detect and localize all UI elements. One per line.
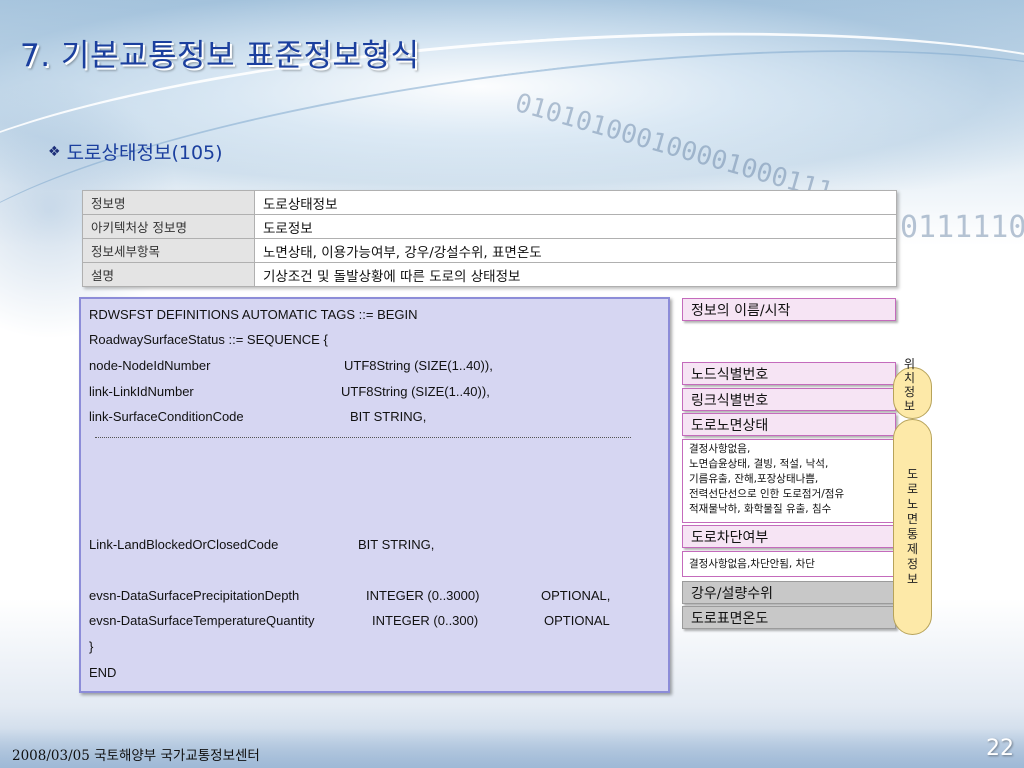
code-field-name: link-SurfaceConditionCode [89,409,244,424]
section-heading-text: 도로상태정보(105) [66,142,223,164]
table-key: 아키텍처상 정보명 [82,214,255,239]
label-blocked: 도로차단여부 [682,525,896,548]
code-field-name: node-NodeIdNumber [89,358,211,373]
code-field-type: BIT STRING, [350,409,427,424]
label-surface-state: 도로노면상태 [682,413,896,436]
surface-control-info-text: 도로노면통제정보 [906,467,919,586]
label-node-id: 노드식별번호 [682,362,896,385]
table-key: 정보세부항목 [82,238,255,263]
position-info-label: 위치정보 [904,357,915,413]
code-line: RDWSFST DEFINITIONS AUTOMATIC TAGS ::= B… [89,307,418,322]
code-field-name: link-LinkIdNumber [89,384,194,399]
description-line: 전력선단선으로 인한 도로점거/점유 [689,488,845,500]
label-name-start: 정보의 이름/시작 [682,298,896,321]
description-line: 결정사항없음, [689,443,751,455]
footer-text: 2008/03/05 국토해양부 국가교통정보센터 [12,748,260,764]
slide-title: 7. 기본교통정보 표준정보형식 [20,38,420,74]
code-field-optional: OPTIONAL, [541,588,611,603]
label-link-id: 링크식별번호 [682,388,896,411]
table-row: 아키텍처상 정보명 도로정보 [82,214,897,239]
code-field-name: evsn-DataSurfacePrecipitationDepth [89,588,300,603]
bullet-diamond-icon: ❖ [48,143,61,160]
code-field-type: INTEGER (0..3000) [366,588,480,603]
table-row: 설명 기상조건 및 돌발상황에 따른 도로의 상태정보 [82,262,897,287]
table-value: 기상조건 및 돌발상황에 따른 도로의 상태정보 [254,262,897,287]
table-row: 정보명 도로상태정보 [82,190,897,215]
asn1-code-box: RDWSFST DEFINITIONS AUTOMATIC TAGS ::= B… [79,297,670,693]
code-line: } [89,639,94,654]
description-line: 적재물낙하, 화학물질 유출, 침수 [689,503,832,515]
code-field-type: UTF8String (SIZE(1..40)), [344,358,493,373]
background-binary-text-2: 01111100 [900,210,1024,245]
position-info-text: 위치정보 [904,357,916,413]
dotted-divider [95,437,631,438]
table-key: 설명 [82,262,255,287]
code-line: RoadwaySurfaceStatus ::= SEQUENCE { [89,332,328,347]
table-value: 도로정보 [254,214,897,239]
code-field-type: BIT STRING, [358,537,435,552]
description-line: 기름유출, 잔해,포장상태나쁨, [689,473,819,485]
table-value: 도로상태정보 [254,190,897,215]
table-row: 정보세부항목 노면상태, 이용가능여부, 강우/강설수위, 표면온도 [82,238,897,263]
label-rain-depth: 강우/설량수위 [682,581,896,604]
code-field-name: Link-LandBlockedOrClosedCode [89,537,279,552]
surface-control-pill: 도로노면통제정보 [893,419,932,635]
surface-state-description: 결정사항없음, 노면습윤상태, 결빙, 적설, 낙석, 기름유출, 잔해,포장상… [682,439,896,523]
blocked-description: 결정사항없음,차단안됨, 차단 [682,551,896,577]
code-field-type: INTEGER (0..300) [372,613,479,628]
table-key: 정보명 [82,190,255,215]
info-table: 정보명 도로상태정보 아키텍처상 정보명 도로정보 정보세부항목 노면상태, 이… [82,190,897,287]
code-field-type: UTF8String (SIZE(1..40)), [341,384,490,399]
label-surface-temp: 도로표면온도 [682,606,896,629]
code-field-optional: OPTIONAL [544,613,610,628]
page-number: 22 [986,736,1014,761]
description-line: 노면습윤상태, 결빙, 적설, 낙석, [689,458,829,470]
code-line: END [89,665,117,680]
section-heading: ❖ 도로상태정보(105) [48,138,223,165]
code-field-name: evsn-DataSurfaceTemperatureQuantity [89,613,315,628]
table-value: 노면상태, 이용가능여부, 강우/강설수위, 표면온도 [254,238,897,263]
